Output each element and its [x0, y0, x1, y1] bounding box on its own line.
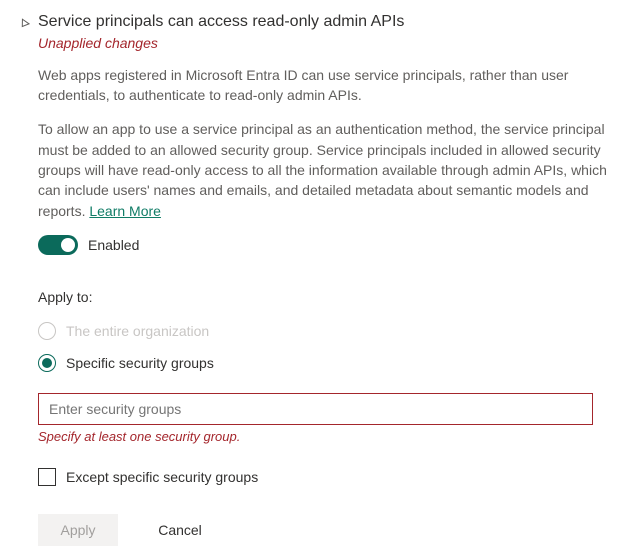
radio-icon	[38, 322, 56, 340]
toggle-label: Enabled	[88, 237, 139, 253]
action-buttons: Apply Cancel	[38, 514, 607, 546]
checkbox-icon	[38, 468, 56, 486]
radio-label: Specific security groups	[66, 355, 214, 371]
radio-icon	[38, 354, 56, 372]
description-paragraph: Web apps registered in Microsoft Entra I…	[38, 65, 607, 106]
section-title: Service principals can access read-only …	[38, 12, 607, 33]
enabled-toggle-row: Enabled	[38, 235, 607, 255]
security-groups-input[interactable]	[38, 393, 593, 425]
learn-more-link[interactable]: Learn More	[89, 203, 161, 219]
input-error-message: Specify at least one security group.	[38, 429, 607, 444]
radio-specific-groups[interactable]: Specific security groups	[38, 347, 607, 379]
apply-button[interactable]: Apply	[38, 514, 118, 546]
radio-label: The entire organization	[66, 323, 209, 339]
enabled-toggle[interactable]	[38, 235, 78, 255]
apply-to-label: Apply to:	[38, 289, 607, 305]
security-groups-input-wrap: Specify at least one security group.	[38, 393, 607, 444]
radio-entire-org: The entire organization	[38, 315, 607, 347]
cancel-button[interactable]: Cancel	[140, 514, 220, 546]
radio-dot-icon	[42, 358, 52, 368]
description-paragraph: To allow an app to use a service princip…	[38, 119, 607, 220]
description-text: Web apps registered in Microsoft Entra I…	[38, 65, 607, 221]
except-groups-checkbox-row[interactable]: Except specific security groups	[38, 468, 607, 486]
section-header: Service principals can access read-only …	[18, 12, 607, 51]
toggle-thumb	[61, 238, 75, 252]
collapse-triangle-icon[interactable]	[18, 17, 30, 29]
apply-to-radio-group: The entire organization Specific securit…	[38, 315, 607, 379]
checkbox-label: Except specific security groups	[66, 469, 258, 485]
status-badge: Unapplied changes	[38, 35, 607, 51]
